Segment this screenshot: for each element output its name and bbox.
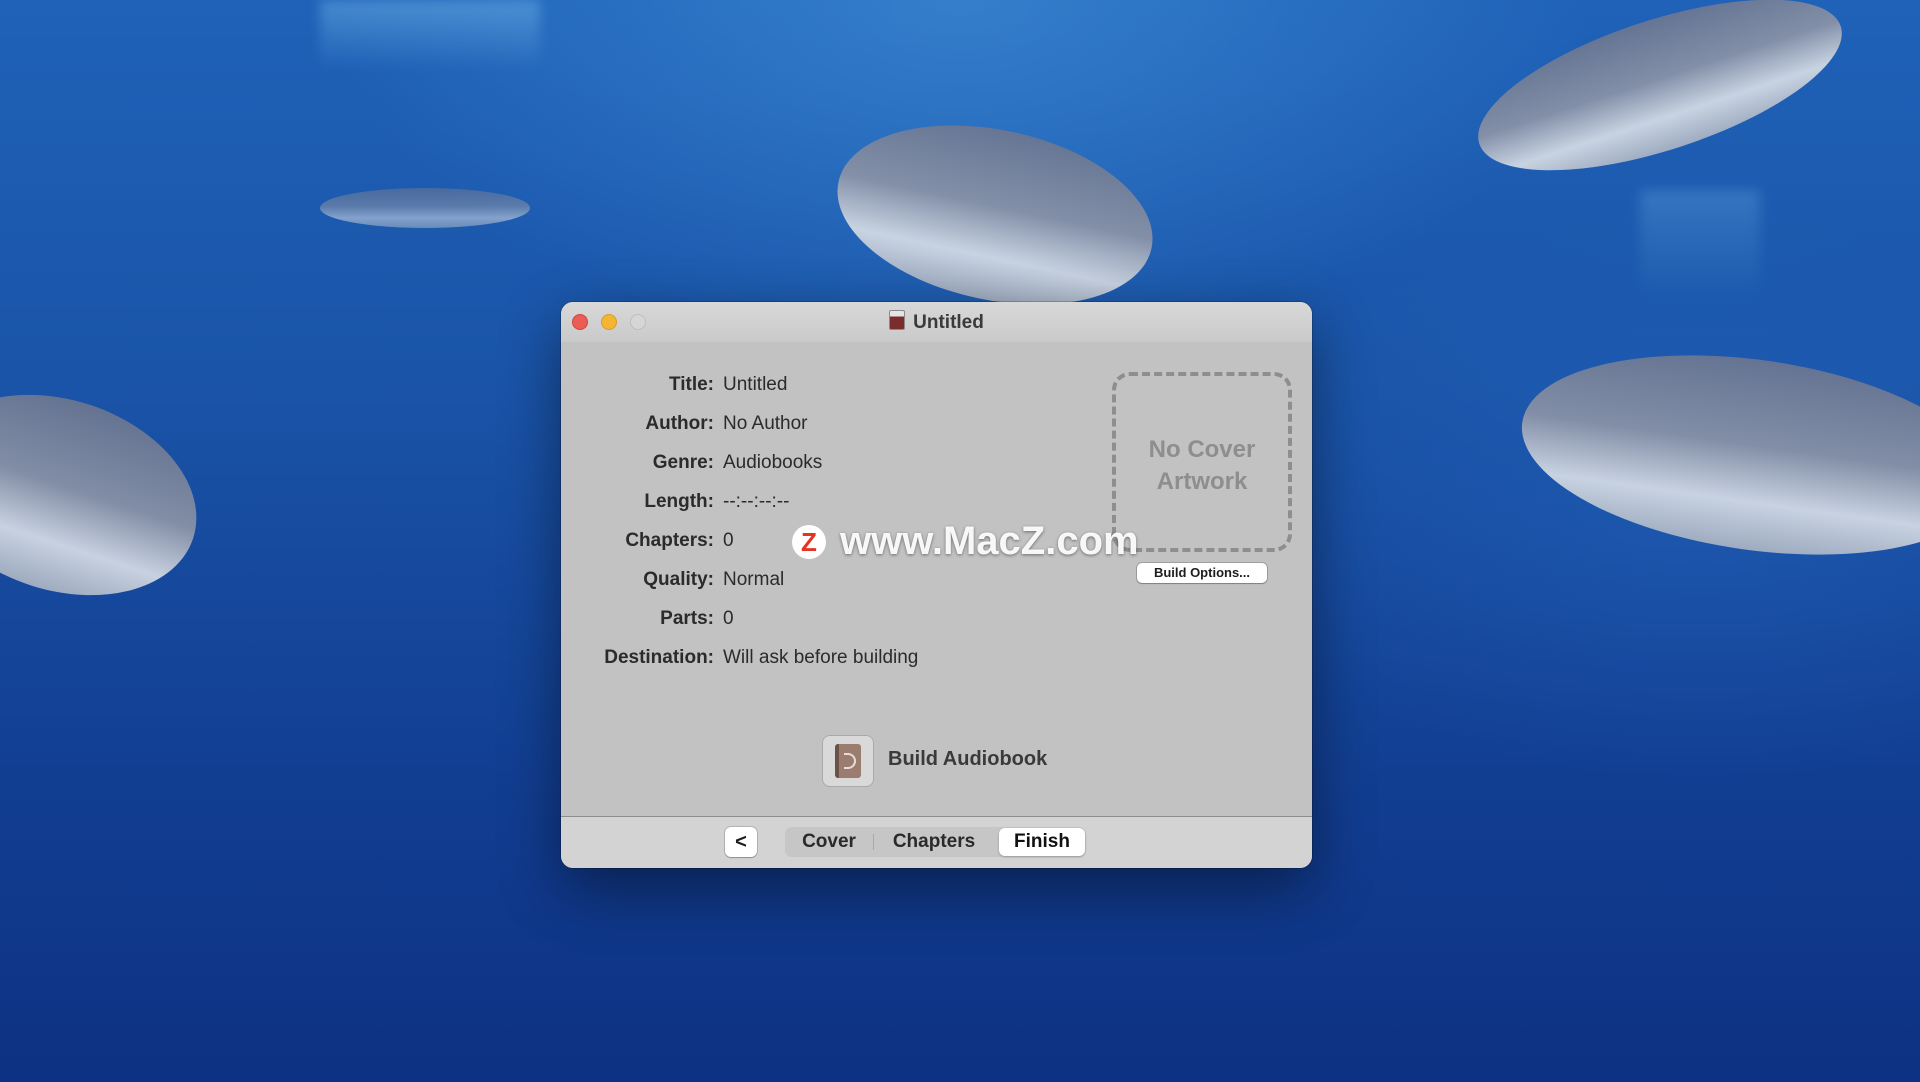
desktop-wallpaper: Untitled Title: Untitled Author: No Auth… <box>0 0 1920 1082</box>
info-value: Will ask before building <box>723 647 919 668</box>
cover-placeholder-line1: No Cover <box>1148 436 1256 463</box>
dolphin-image <box>320 188 530 228</box>
info-label: Quality: <box>643 569 714 590</box>
build-options-button[interactable]: Build Options... <box>1137 563 1267 583</box>
info-label: Author: <box>645 413 714 434</box>
watermark-logo-icon: Z <box>792 525 826 559</box>
info-label: Length: <box>644 491 714 512</box>
info-value: Normal <box>723 569 785 590</box>
cover-placeholder-line2: Artwork <box>1156 468 1248 495</box>
window-titlebar[interactable]: Untitled <box>561 302 1312 342</box>
info-label: Destination: <box>604 647 714 668</box>
dolphin-image <box>0 361 223 629</box>
step-segmented-control: Cover Chapters Finish <box>785 827 1086 857</box>
tab-cover[interactable]: Cover <box>785 827 873 857</box>
light-ray <box>1640 190 1760 300</box>
document-icon <box>889 310 906 330</box>
info-value: No Author <box>723 413 808 434</box>
info-label: Title: <box>668 374 714 395</box>
info-value: 0 <box>723 608 734 629</box>
watermark: Zwww.MacZ.com <box>792 516 1139 566</box>
navigation-bar: < Cover Chapters Finish <box>561 816 1312 868</box>
book-speaker-icon <box>835 744 861 778</box>
tab-chapters[interactable]: Chapters <box>873 827 995 857</box>
cover-placeholder-text: No Cover Artwork <box>1116 434 1288 498</box>
cover-artwork-drop-zone[interactable]: No Cover Artwork <box>1112 372 1292 552</box>
window-title: Untitled <box>561 310 1312 334</box>
info-value: Untitled <box>723 374 788 395</box>
info-label: Chapters: <box>625 530 714 551</box>
tab-finish[interactable]: Finish <box>999 828 1085 856</box>
audiobook-icon <box>823 736 873 786</box>
info-value: --:--:--:-- <box>723 491 790 512</box>
watermark-text: www.MacZ.com <box>840 519 1139 563</box>
info-label: Genre: <box>652 452 714 473</box>
dolphin-image <box>1459 0 1861 206</box>
dolphin-image <box>820 98 1170 332</box>
info-value: 0 <box>723 530 734 551</box>
back-button[interactable]: < <box>725 827 757 857</box>
audiobook-builder-window: Untitled Title: Untitled Author: No Auth… <box>561 302 1312 868</box>
build-audiobook-label: Build Audiobook <box>888 748 1048 770</box>
dolphin-image <box>1509 328 1920 582</box>
info-label: Parts: <box>660 608 714 629</box>
window-title-text: Untitled <box>913 312 984 333</box>
light-ray <box>320 0 540 70</box>
info-value: Audiobooks <box>723 452 823 473</box>
